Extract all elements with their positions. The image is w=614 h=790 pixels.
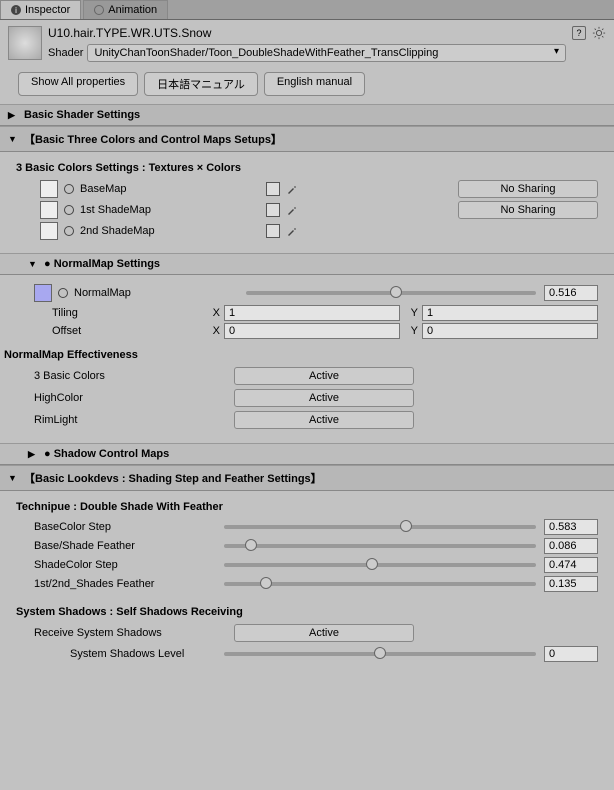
x-label: X	[206, 325, 220, 337]
section-title: 【Basic Lookdevs : Shading Step and Feath…	[24, 470, 322, 486]
shadows-level-value[interactable]: 0	[544, 646, 598, 662]
normalmap-slider[interactable]	[246, 291, 536, 295]
shadows-level-label: System Shadows Level	[16, 648, 216, 660]
section-three-colors[interactable]: ▼ 【Basic Three Colors and Control Maps S…	[0, 126, 614, 152]
basemap-sharing-button[interactable]: No Sharing	[458, 180, 598, 198]
shade2-label: 2nd ShadeMap	[80, 225, 260, 237]
chevron-right-icon: ▶	[28, 449, 38, 460]
normalmap-content: NormalMap 0.516 Tiling X 1 Y 1 Offset X …	[0, 275, 614, 443]
tiling-x[interactable]: 1	[224, 305, 400, 321]
shades-feather-label: 1st/2nd_Shades Feather	[16, 578, 216, 590]
normalmap-swatch[interactable]	[34, 284, 52, 302]
basemap-swatch[interactable]	[40, 180, 58, 198]
eyedropper-icon[interactable]	[286, 183, 298, 195]
chevron-down-icon: ▼	[8, 134, 18, 144]
offset-label: Offset	[16, 325, 202, 337]
offset-y[interactable]: 0	[422, 323, 598, 339]
three-colors-heading: 3 Basic Colors Settings : Textures × Col…	[16, 162, 598, 174]
technique-content: Technipue : Double Shade With Feather Ba…	[0, 491, 614, 675]
shade1-label: 1st ShadeMap	[80, 204, 260, 216]
tab-bar: i Inspector Animation	[0, 0, 614, 20]
shade2-swatch[interactable]	[40, 222, 58, 240]
eff3-button[interactable]: Active	[234, 411, 414, 429]
shades-feather-value[interactable]: 0.135	[544, 576, 598, 592]
section-normalmap[interactable]: ▼ ● NormalMap Settings	[0, 253, 614, 275]
basecolor-step-label: BaseColor Step	[16, 521, 216, 533]
y-label: Y	[404, 307, 418, 319]
eyedropper-icon[interactable]	[286, 225, 298, 237]
receive-shadows-button[interactable]: Active	[234, 624, 414, 642]
tab-inspector[interactable]: i Inspector	[0, 0, 81, 19]
eff-heading: NormalMap Effectiveness	[4, 349, 598, 361]
tab-label: Inspector	[25, 4, 70, 16]
material-header: U10.hair.TYPE.WR.UTS.Snow Shader UnityCh…	[0, 20, 614, 72]
info-icon: i	[11, 5, 21, 15]
section-title: 【Basic Three Colors and Control Maps Set…	[24, 131, 282, 147]
three-colors-content: 3 Basic Colors Settings : Textures × Col…	[0, 152, 614, 253]
eff1-label: 3 Basic Colors	[16, 370, 226, 382]
show-all-button[interactable]: Show All properties	[18, 72, 138, 96]
y-label: Y	[404, 325, 418, 337]
basemap-color-check[interactable]	[266, 182, 280, 196]
offset-x[interactable]: 0	[224, 323, 400, 339]
section-lookdevs[interactable]: ▼ 【Basic Lookdevs : Shading Step and Fea…	[0, 465, 614, 491]
shader-dropdown[interactable]: UnityChanToonShader/Toon_DoubleShadeWith…	[87, 44, 566, 62]
shadecolor-step-value[interactable]: 0.474	[544, 557, 598, 573]
normalmap-value[interactable]: 0.516	[544, 285, 598, 301]
tab-animation[interactable]: Animation	[83, 0, 168, 19]
section-title: Basic Shader Settings	[24, 109, 140, 121]
shade1-swatch[interactable]	[40, 201, 58, 219]
shade1-sharing-button[interactable]: No Sharing	[458, 201, 598, 219]
basemap-radio[interactable]	[64, 184, 74, 194]
eff2-button[interactable]: Active	[234, 389, 414, 407]
section-title: ● NormalMap Settings	[44, 258, 160, 270]
x-label: X	[206, 307, 220, 319]
material-preview[interactable]	[8, 26, 42, 60]
chevron-right-icon: ▶	[8, 110, 18, 121]
eff1-button[interactable]: Active	[234, 367, 414, 385]
baseshade-feather-label: Base/Shade Feather	[16, 540, 216, 552]
eff3-label: RimLight	[16, 414, 226, 426]
receive-shadows-label: Receive System Shadows	[16, 627, 226, 639]
eyedropper-icon[interactable]	[286, 204, 298, 216]
shadecolor-step-slider[interactable]	[224, 563, 536, 567]
basecolor-step-slider[interactable]	[224, 525, 536, 529]
shade2-color-check[interactable]	[266, 224, 280, 238]
section-basic-shader[interactable]: ▶ Basic Shader Settings	[0, 104, 614, 126]
tab-label: Animation	[108, 4, 157, 16]
baseshade-feather-value[interactable]: 0.086	[544, 538, 598, 554]
system-shadows-heading: System Shadows : Self Shadows Receiving	[16, 606, 598, 618]
section-shadow-control[interactable]: ▶ ● Shadow Control Maps	[0, 443, 614, 465]
shade1-color-check[interactable]	[266, 203, 280, 217]
chevron-down-icon: ▼	[8, 473, 18, 483]
material-title: U10.hair.TYPE.WR.UTS.Snow	[48, 26, 566, 40]
shader-label: Shader	[48, 47, 83, 59]
shade1-radio[interactable]	[64, 205, 74, 215]
en-manual-button[interactable]: English manual	[264, 72, 365, 96]
normalmap-radio[interactable]	[58, 288, 68, 298]
shade2-radio[interactable]	[64, 226, 74, 236]
chevron-down-icon: ▼	[28, 259, 38, 269]
tiling-label: Tiling	[16, 307, 202, 319]
normalmap-label: NormalMap	[74, 287, 131, 299]
help-icon[interactable]: ?	[572, 26, 586, 40]
gear-icon[interactable]	[592, 26, 606, 40]
eff2-label: HighColor	[16, 392, 226, 404]
jp-manual-button[interactable]: 日本語マニュアル	[144, 72, 258, 96]
baseshade-feather-slider[interactable]	[224, 544, 536, 548]
section-title: ● Shadow Control Maps	[44, 448, 169, 460]
shades-feather-slider[interactable]	[224, 582, 536, 586]
button-row: Show All properties 日本語マニュアル English man…	[0, 72, 614, 104]
tiling-y[interactable]: 1	[422, 305, 598, 321]
basecolor-step-value[interactable]: 0.583	[544, 519, 598, 535]
clock-icon	[94, 5, 104, 15]
basemap-label: BaseMap	[80, 183, 260, 195]
technique-heading: Technipue : Double Shade With Feather	[16, 501, 598, 513]
shadecolor-step-label: ShadeColor Step	[16, 559, 216, 571]
shadows-level-slider[interactable]	[224, 652, 536, 656]
